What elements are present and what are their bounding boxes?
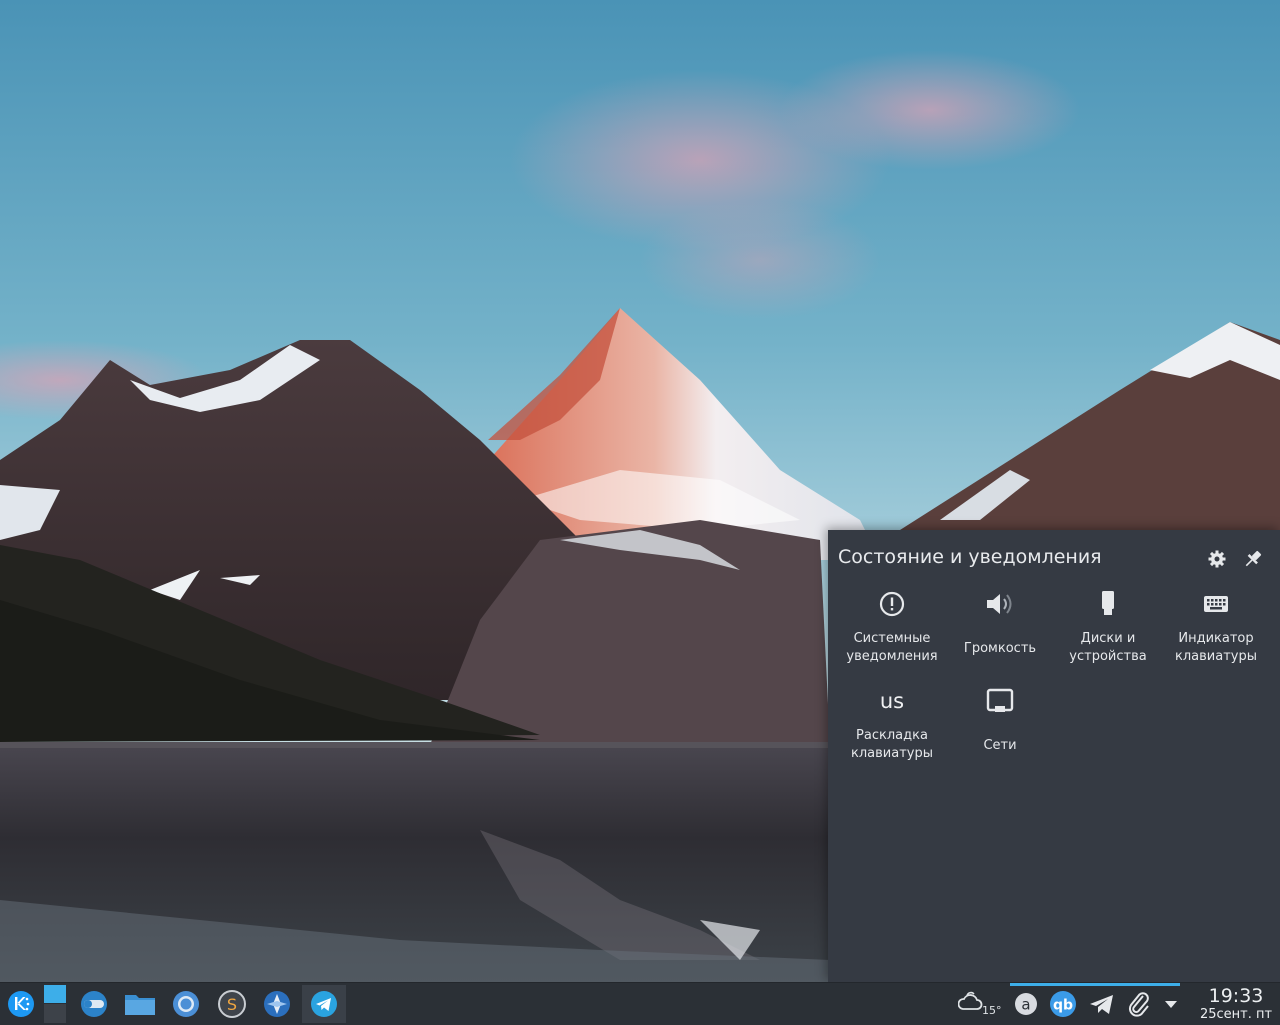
taskbar-sublime-text[interactable]: S xyxy=(212,987,252,1021)
expand-arrow-icon xyxy=(1165,1001,1177,1008)
application-launcher-button[interactable] xyxy=(4,987,38,1021)
virtual-desktop-pager[interactable] xyxy=(44,985,66,1023)
compass-icon xyxy=(264,991,290,1017)
sublime-icon: S xyxy=(218,990,246,1018)
tray-qbittorrent[interactable]: qb xyxy=(1046,987,1080,1021)
taskbar-system-settings[interactable] xyxy=(76,987,112,1021)
chromium-icon xyxy=(173,991,199,1017)
tray-item-label: Системные уведомления xyxy=(846,631,938,664)
tray-item-label: Диски и устройства xyxy=(1069,631,1147,664)
tray-expand-button[interactable] xyxy=(1158,987,1184,1021)
clock-date: 25сент. пт xyxy=(1199,1007,1273,1022)
kde-icon xyxy=(8,991,34,1017)
taskbar-telegram[interactable] xyxy=(302,985,346,1023)
digital-clock[interactable]: 19:33 25сент. пт xyxy=(1196,985,1276,1023)
taskbar: S 15° a qb 19:33 25сент. пт xyxy=(0,982,1280,1025)
usb-drive-icon xyxy=(1102,591,1114,615)
popup-header: Состояние и уведомления xyxy=(838,546,1270,572)
paperclip-icon xyxy=(1128,992,1149,1017)
tray-text-a[interactable]: a xyxy=(1012,987,1040,1021)
tray-item-volume[interactable]: Громкость xyxy=(946,586,1054,678)
taskbar-compass-app[interactable] xyxy=(256,987,298,1021)
weather-temperature: 15° xyxy=(982,1004,1002,1017)
taskbar-file-manager[interactable] xyxy=(120,987,160,1021)
tray-expanded-indicator xyxy=(1010,983,1180,986)
tray-clipboard[interactable] xyxy=(1124,987,1154,1021)
tray-item-keyboard-indicator[interactable]: Индикатор клавиатуры xyxy=(1162,586,1270,678)
keyboard-layout-icon: us xyxy=(879,689,905,713)
gear-icon xyxy=(1208,550,1226,568)
popup-title: Состояние и уведомления xyxy=(838,546,1102,568)
tray-item-keyboard-layout[interactable]: us Раскладка клавиатуры xyxy=(838,683,946,775)
volume-icon xyxy=(987,594,1012,614)
tray-item-networks[interactable]: Сети xyxy=(946,683,1054,775)
telegram-icon xyxy=(311,991,337,1017)
toggle-icon xyxy=(81,991,107,1017)
folder-icon xyxy=(125,995,155,1015)
pin-icon xyxy=(1245,550,1262,567)
virtual-desktop-1[interactable] xyxy=(44,985,66,1003)
keyboard-icon xyxy=(1204,596,1228,612)
qbittorrent-icon: qb xyxy=(1050,991,1076,1017)
clock-time: 19:33 xyxy=(1208,985,1264,1007)
tray-item-label: Сети xyxy=(983,738,1017,753)
weather-icon xyxy=(958,991,983,1010)
text-a-icon: a xyxy=(1015,993,1037,1015)
tray-item-label: Громкость xyxy=(963,641,1037,656)
tray-telegram[interactable] xyxy=(1086,987,1118,1021)
svg-text:a: a xyxy=(1021,996,1030,1014)
taskbar-chromium[interactable] xyxy=(166,987,206,1021)
svg-text:qb: qb xyxy=(1053,998,1073,1014)
configure-button[interactable] xyxy=(1204,546,1230,572)
svg-text:S: S xyxy=(227,995,237,1014)
network-icon xyxy=(986,688,1014,712)
tray-item-label: Индикатор клавиатуры xyxy=(1175,631,1257,664)
tray-item-system-notifications[interactable]: Системные уведомления xyxy=(838,586,946,678)
status-notifications-popup: Состояние и уведомления Системные уведом… xyxy=(828,530,1280,982)
tray-item-disks-devices[interactable]: Диски и устройства xyxy=(1054,586,1162,678)
notifications-icon xyxy=(879,591,905,617)
pin-button[interactable] xyxy=(1240,546,1266,572)
tray-item-label: Раскладка клавиатуры xyxy=(851,728,933,761)
telegram-tray-icon xyxy=(1090,995,1113,1014)
virtual-desktop-2[interactable] xyxy=(44,1004,66,1023)
